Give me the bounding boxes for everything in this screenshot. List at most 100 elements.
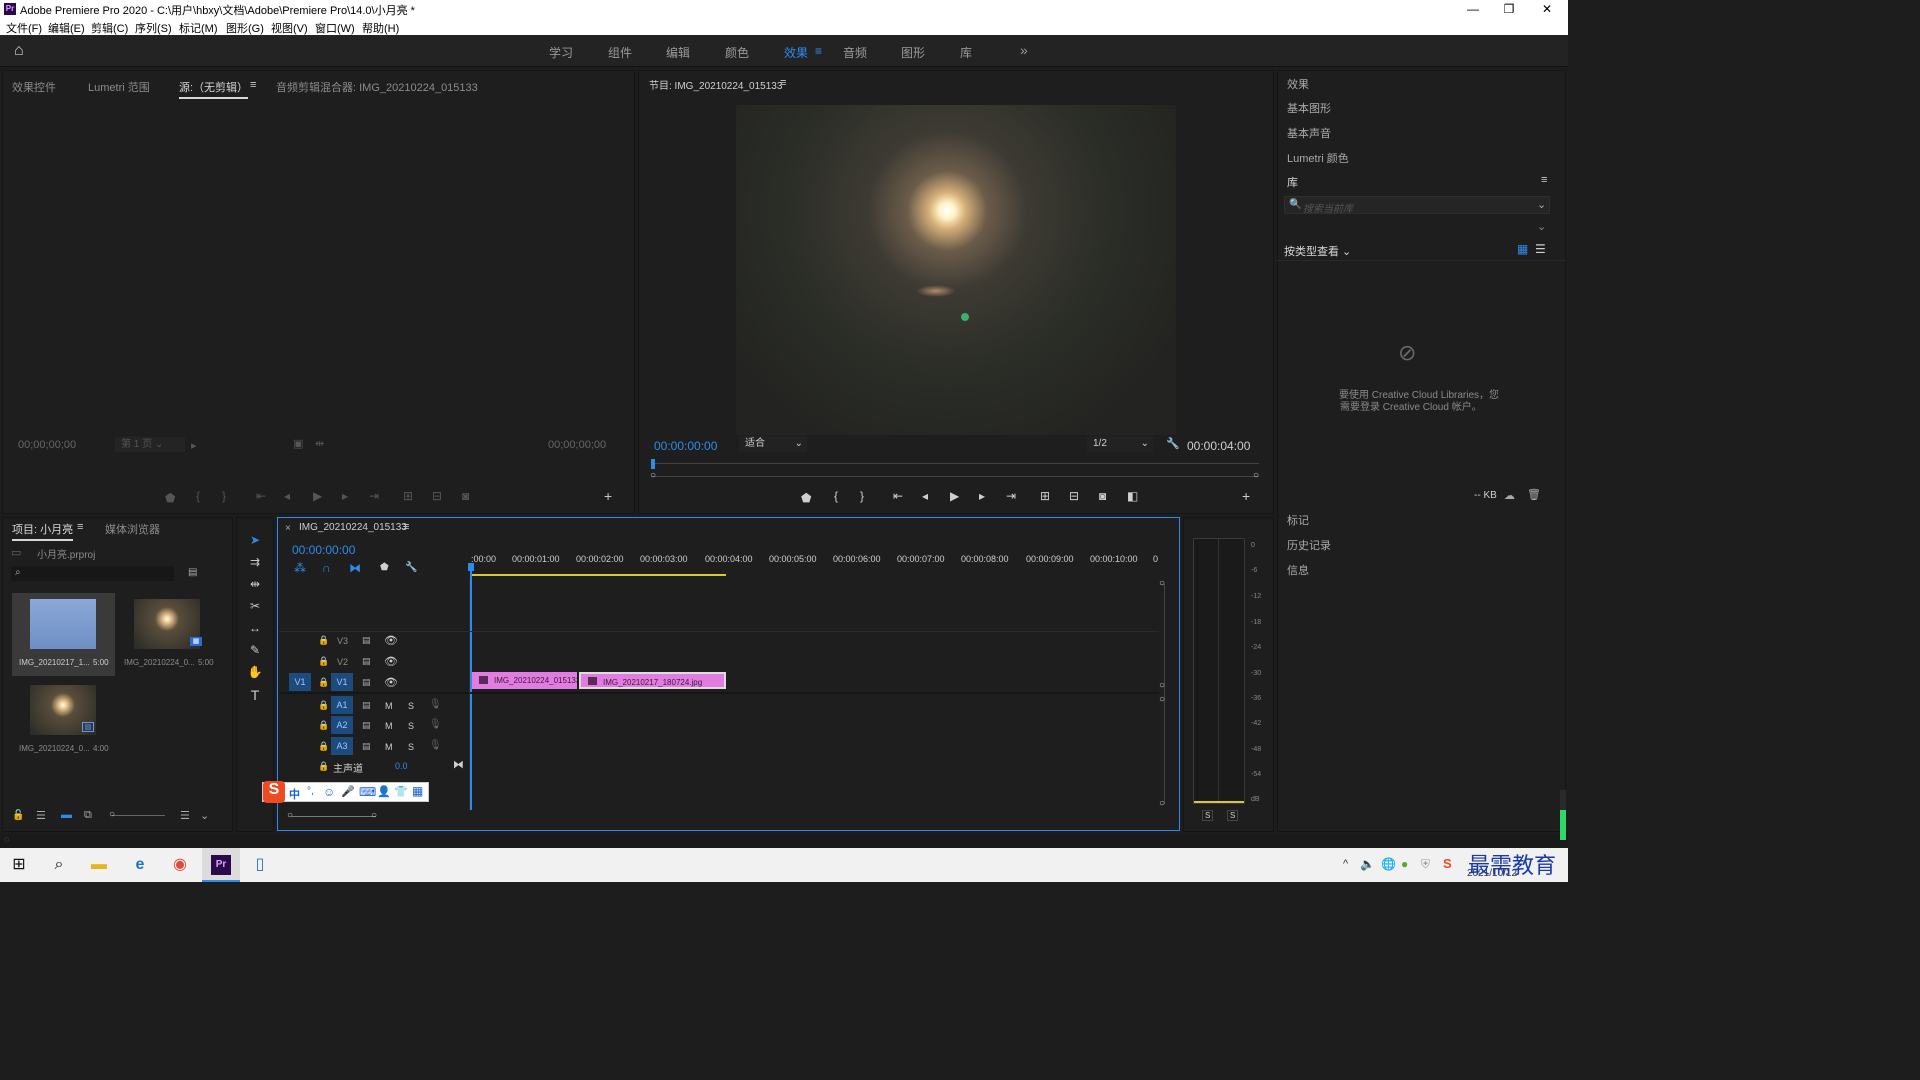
history-panel-tab[interactable]: 历史记录 <box>1287 537 1331 553</box>
workspace-libraries[interactable]: 库 <box>960 44 972 61</box>
menu-graphics[interactable]: 图形(G) <box>226 20 264 36</box>
menu-marker[interactable]: 标记(M) <box>179 20 218 36</box>
mute-button[interactable]: M <box>385 721 393 731</box>
windows-start-icon[interactable]: ⊞ <box>8 854 30 876</box>
network-icon[interactable]: 🌐 <box>1381 857 1396 871</box>
scroll-left-handle-icon[interactable]: ○ <box>650 470 656 481</box>
icon-view-icon[interactable]: ▬ <box>61 809 72 821</box>
project-item[interactable]: IMG_20210217_1... 5:00 <box>12 593 115 676</box>
go-to-out-icon[interactable]: ⇥ <box>1006 489 1016 503</box>
project-search-input[interactable]: ⌕ <box>11 566 174 581</box>
library-select-chevron-icon[interactable]: ⌄ <box>1537 220 1546 233</box>
list-view-icon[interactable]: ☰ <box>36 809 46 822</box>
zoom-slider-handle-icon[interactable]: ○ <box>109 809 115 820</box>
ime-punctuation[interactable]: °, <box>307 786 314 797</box>
taskbar-active-app[interactable]: Pr <box>202 848 240 882</box>
menu-view[interactable]: 视图(V) <box>271 20 308 36</box>
ime-voice-icon[interactable]: 🎤 <box>341 785 355 798</box>
workspace-assembly[interactable]: 组件 <box>608 44 632 61</box>
program-playhead[interactable] <box>651 459 655 469</box>
info-panel-tab[interactable]: 信息 <box>1287 562 1309 578</box>
go-to-in-icon[interactable]: ⇤ <box>893 489 903 503</box>
add-button-icon[interactable]: + <box>1242 488 1250 504</box>
program-video-frame[interactable] <box>736 105 1176 435</box>
scroll-handle-icon[interactable]: ○ <box>1159 578 1165 589</box>
ime-emoji-icon[interactable]: ☺ <box>323 785 335 799</box>
volume-icon[interactable]: 🔈 <box>1360 857 1375 871</box>
overwrite-icon[interactable]: ⊟ <box>432 489 442 503</box>
essential-sound-tab[interactable]: 基本声音 <box>1287 125 1331 141</box>
track-lock-icon[interactable]: 🔒 <box>318 761 329 772</box>
selection-tool-icon[interactable]: ➤ <box>247 533 263 549</box>
track-target-a2[interactable]: A2 <box>331 716 353 734</box>
program-scrollbar[interactable] <box>653 476 1259 477</box>
timeline-timecode[interactable]: 00:00:00:00 <box>292 543 355 557</box>
search-icon[interactable]: ⌕ <box>48 854 70 876</box>
timeline-clip[interactable]: IMG_20210224_015133. <box>472 672 577 689</box>
solo-button[interactable]: S <box>408 701 414 711</box>
effects-panel-tab[interactable]: 效果 <box>1287 76 1309 92</box>
tab-audio-clip-mixer[interactable]: 音频剪辑混合器: IMG_20210224_015133 <box>276 79 478 95</box>
play-icon[interactable]: ▶ <box>950 489 959 503</box>
track-lock-icon[interactable]: 🔒 <box>318 720 329 731</box>
grid-view-icon[interactable]: ▦ <box>1517 242 1528 256</box>
tab-menu-icon[interactable]: ≡ <box>250 79 256 91</box>
linked-selection-icon[interactable]: ⧓ <box>349 561 361 575</box>
mark-in-icon[interactable]: { <box>196 489 200 503</box>
voiceover-mic-icon[interactable]: 🎙 <box>429 740 442 751</box>
comparison-view-icon[interactable]: ◧ <box>1127 489 1138 503</box>
track-lock-icon[interactable]: 🔒 <box>318 677 329 688</box>
add-marker-icon[interactable]: ⬟ <box>380 562 389 573</box>
play-page-icon[interactable]: ▸ <box>191 439 197 452</box>
go-to-in-icon[interactable]: ⇤ <box>256 489 266 503</box>
page-select[interactable]: 第 1 页 ⌄ <box>115 437 185 452</box>
zoom-slider[interactable] <box>112 815 165 816</box>
sogou-logo-icon[interactable]: S <box>263 781 285 803</box>
file-explorer-icon[interactable]: ▬ <box>88 854 110 876</box>
project-menu-icon[interactable]: ≡ <box>77 521 83 533</box>
go-to-out-icon[interactable]: ⇥ <box>369 489 379 503</box>
workspace-learn[interactable]: 学习 <box>549 44 573 61</box>
freeform-view-icon[interactable]: ⧉ <box>84 809 92 822</box>
list-view-icon[interactable]: ☰ <box>1535 242 1546 256</box>
track-sync-icon[interactable]: ▤ <box>362 677 371 688</box>
ime-toolbox-icon[interactable]: ▦ <box>412 784 423 798</box>
mute-button[interactable]: M <box>385 742 393 752</box>
menu-window[interactable]: 窗口(W) <box>315 20 355 36</box>
markers-panel-tab[interactable]: 标记 <box>1287 512 1309 528</box>
track-lock-icon[interactable]: 🔒 <box>318 700 329 711</box>
program-ruler[interactable] <box>653 463 1259 464</box>
step-forward-icon[interactable]: ▸ <box>979 489 985 503</box>
close-tab-icon[interactable]: × <box>285 523 291 534</box>
source-patch-v1[interactable]: V1 <box>289 673 311 691</box>
pen-tool-icon[interactable]: ✎ <box>247 643 263 659</box>
solo-button[interactable]: S <box>408 721 414 731</box>
tray-chevron-icon[interactable]: ^ <box>1343 858 1348 870</box>
voiceover-mic-icon[interactable]: 🎙 <box>429 719 442 730</box>
meter-solo-left[interactable]: S <box>1202 810 1214 821</box>
track-select-tool-icon[interactable]: ⇉ <box>247 555 263 571</box>
tray-shield-icon[interactable]: ⛨ <box>1421 857 1430 872</box>
track-lock-icon[interactable]: 🔒 <box>318 741 329 752</box>
timeline-settings-icon[interactable]: 🔧 <box>405 562 417 573</box>
scroll-handle-icon[interactable]: ○ <box>287 810 293 821</box>
ime-chinese-mode[interactable]: 中 <box>289 786 300 802</box>
home-icon[interactable]: ⌂ <box>14 42 24 60</box>
track-eye-icon[interactable]: 👁 <box>384 655 398 668</box>
track-target-a1[interactable]: A1 <box>331 696 353 714</box>
extract-icon[interactable]: ⊟ <box>1069 489 1079 503</box>
mute-button[interactable]: M <box>385 701 393 711</box>
workspace-graphics[interactable]: 图形 <box>901 44 925 61</box>
cloud-sync-icon[interactable]: ☁ <box>1504 489 1515 502</box>
mark-in-icon[interactable]: { <box>834 489 838 503</box>
ime-user-icon[interactable]: 👤 <box>377 785 391 798</box>
add-button-icon[interactable]: + <box>604 488 612 504</box>
timeline-clip[interactable]: IMG_20210217_180724.jpg <box>579 672 726 689</box>
sort-icon[interactable]: ☰ <box>180 809 190 822</box>
playhead-handle[interactable] <box>468 563 474 571</box>
timeline-menu-icon[interactable]: ≡ <box>403 521 409 533</box>
library-search-field[interactable]: 🔍 搜索当前库 ⌄ <box>1284 196 1550 215</box>
track-sync-icon[interactable]: ▤ <box>362 700 371 711</box>
workspace-color[interactable]: 颜色 <box>725 44 749 61</box>
track-target-a3[interactable]: A3 <box>331 737 353 755</box>
